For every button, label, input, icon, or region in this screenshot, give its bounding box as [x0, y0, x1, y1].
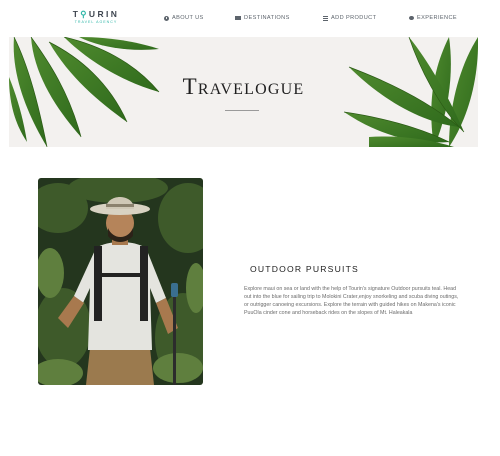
list-icon	[323, 15, 328, 21]
hero-banner: Travelogue	[9, 37, 478, 147]
chat-icon	[409, 15, 414, 21]
nav-item-destinations[interactable]: DESTINATIONS	[235, 12, 290, 24]
nav-item-experience[interactable]: EXPERIENCE	[409, 12, 457, 24]
section-title: OUTDOOR PURSUITS	[250, 264, 359, 274]
hiker-photo	[38, 178, 203, 385]
map-icon	[235, 15, 241, 21]
logo-tagline: TRAVEL AGENCY	[74, 20, 118, 24]
nav-item-about-us[interactable]: ABOUT US	[164, 12, 204, 24]
logo-wordmark: T⚲URIN	[72, 9, 120, 19]
nav-item-add-product[interactable]: ADD PRODUCT	[323, 12, 376, 24]
hero-title: Travelogue	[182, 74, 305, 99]
nav-item-label: DESTINATIONS	[244, 15, 290, 21]
brand-logo[interactable]: T⚲URIN TRAVEL AGENCY	[70, 9, 122, 25]
section-description: Explore maui on sea or land with the hel…	[244, 286, 459, 316]
hero-divider	[225, 110, 259, 111]
top-nav: T⚲URIN TRAVEL AGENCY ABOUT US DESTINATIO…	[0, 0, 500, 36]
location-pin-icon: ⚲	[80, 9, 89, 19]
hiker-image	[38, 178, 203, 385]
compass-icon	[164, 15, 169, 21]
nav-item-label: ABOUT US	[172, 15, 204, 21]
nav-item-label: EXPERIENCE	[417, 15, 458, 21]
nav-item-label: ADD PRODUCT	[331, 15, 377, 21]
